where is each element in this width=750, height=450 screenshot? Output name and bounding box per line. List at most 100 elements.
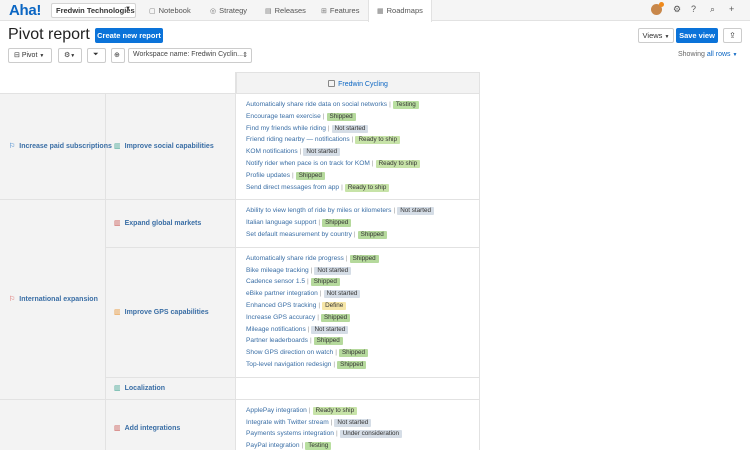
feature-name[interactable]: Show GPS direction on watch	[246, 349, 333, 356]
add-filter-button[interactable]: ⊕	[111, 48, 125, 63]
feature-row[interactable]: Partner leaderboards | Shipped	[246, 336, 343, 346]
status-badge: Under consideration	[339, 430, 403, 439]
separator: |	[335, 349, 337, 357]
separator: |	[309, 337, 312, 345]
goal-label[interactable]: ⚐ International expansion	[9, 295, 98, 303]
initiative-name: Add integrations	[124, 425, 181, 433]
feature-row[interactable]: Mileage notifications | Not started	[246, 325, 349, 335]
feature-row[interactable]: Enhanced GPS tracking | Define	[246, 301, 347, 311]
bar-chart-icon: ▥	[114, 220, 121, 228]
feature-row[interactable]: Cadence sensor 1.5 | Shipped	[246, 277, 340, 287]
feature-row[interactable]: Set default measurement by country | Shipp…	[246, 230, 387, 240]
workspace-filter[interactable]: Workspace name: Fredwin Cyclin... ⇕	[128, 48, 252, 63]
workspace-selector[interactable]: Fredwin Technologies ▼	[51, 3, 136, 18]
feature-row[interactable]: PayPal integration | Testing	[246, 441, 332, 450]
settings-dropdown-button[interactable]: ⚙▼	[58, 48, 82, 63]
status-badge: Ready to ship	[344, 183, 390, 192]
feature-row[interactable]: Integrate with Twitter stream | Not starte…	[246, 418, 372, 428]
separator: |	[317, 313, 319, 321]
feature-row[interactable]: Profile updates | Shipped	[246, 171, 325, 181]
feature-row[interactable]: Notify rider when pace is on track for K…	[246, 159, 421, 169]
aha-logo[interactable]: Aha!	[9, 2, 41, 19]
share-icon[interactable]: ⇪	[723, 28, 742, 43]
tab-strategy[interactable]: ◎ Strategy	[202, 0, 257, 21]
feature-name[interactable]: Increase GPS accuracy	[246, 314, 315, 321]
feature-row[interactable]: Increase GPS accuracy | Shipped	[246, 313, 351, 323]
feature-name[interactable]: Encourage team exercise	[246, 113, 321, 120]
feature-name[interactable]: Cadence sensor 1.5	[246, 278, 305, 285]
separator: |	[393, 207, 396, 215]
feature-row[interactable]: Top-level navigation redesign | Shipped	[246, 360, 367, 370]
feature-row[interactable]: Payments systems integration | Under consi…	[246, 429, 403, 439]
bar-chart-icon: ▥	[114, 308, 121, 316]
initiative-label[interactable]: ▥ Expand global markets	[114, 219, 201, 227]
separator: |	[308, 406, 311, 414]
feature-name[interactable]: Integrate with Twitter stream	[246, 419, 329, 426]
separator: |	[301, 442, 304, 450]
feature-name[interactable]: Send direct messages from app	[246, 184, 339, 191]
feature-row[interactable]: eBike partner integration | Not started	[246, 289, 361, 299]
feature-name[interactable]: PayPal integration	[246, 442, 300, 449]
goal-label[interactable]: ⚐ Increase paid subscriptions	[9, 142, 112, 150]
showing-rows-link[interactable]: all rows	[707, 51, 731, 58]
feature-row[interactable]: Automatically share ride data on social …	[246, 100, 419, 110]
save-view-button[interactable]: Save view	[676, 28, 718, 43]
feature-name[interactable]: KOM notifications	[246, 148, 298, 155]
showing-rows: Showing all rows ▼	[678, 51, 737, 58]
feature-row[interactable]: Show GPS direction on watch | Shipped	[246, 348, 369, 358]
feature-name[interactable]: Automatically share ride data on social …	[246, 101, 387, 108]
feature-name[interactable]: Friend riding nearby — notifications	[246, 136, 350, 143]
feature-row[interactable]: Find my friends while riding | Not started	[246, 124, 369, 134]
feature-name[interactable]: Enhanced GPS tracking	[246, 302, 316, 309]
initiative-label[interactable]: ▥ Improve social capabilities	[114, 142, 214, 150]
releases-icon: ▤	[265, 8, 272, 15]
initiative-label[interactable]: ▥ Improve GPS capabilities	[114, 308, 209, 316]
feature-name[interactable]: Italian language support	[246, 219, 316, 226]
feature-name[interactable]: ApplePay integration	[246, 407, 307, 414]
help-icon[interactable]: ?	[691, 4, 696, 14]
initiative-name: Improve social capabilities	[124, 143, 214, 151]
separator: |	[351, 136, 354, 144]
feature-name[interactable]: Mileage notifications	[246, 326, 306, 333]
status-badge: Testing	[392, 101, 419, 109]
feature-name[interactable]: Find my friends while riding	[246, 125, 326, 132]
feature-name[interactable]: eBike partner integration	[246, 290, 318, 297]
feature-row[interactable]: Italian language support | Shipped	[246, 218, 352, 228]
column-header[interactable]: Fredwin Cycling	[236, 72, 480, 94]
feature-name[interactable]: Payments systems integration	[246, 430, 334, 437]
separator: |	[299, 148, 302, 156]
feature-row[interactable]: Automatically share ride progress | Shippe…	[246, 254, 379, 264]
initiative-label[interactable]: ▥ Localization	[114, 384, 165, 392]
tab-notebook[interactable]: ▢ Notebook	[141, 0, 201, 21]
add-icon[interactable]: +	[729, 4, 734, 14]
feature-row[interactable]: KOM notifications | Not started	[246, 147, 341, 157]
goal-name: International expansion	[19, 296, 98, 304]
feature-row[interactable]: Bike mileage tracking | Not started	[246, 266, 352, 276]
filter-button[interactable]: ⏷	[87, 48, 106, 63]
feature-name[interactable]: Automatically share ride progress	[246, 255, 344, 262]
feature-row[interactable]: Encourage team exercise | Shipped	[246, 112, 356, 122]
feature-row[interactable]: Send direct messages from app | Ready to s…	[246, 183, 390, 193]
separator: |	[345, 254, 348, 262]
initiative-label[interactable]: ▥ Add integrations	[114, 424, 180, 432]
settings-icon[interactable]: ⚙	[673, 4, 681, 15]
feature-name[interactable]: Top-level navigation redesign	[246, 361, 331, 368]
feature-name[interactable]: Ability to view length of ride by miles …	[246, 207, 391, 214]
feature-name[interactable]: Notify rider when pace is on track for K…	[246, 160, 370, 167]
feature-name[interactable]: Bike mileage tracking	[246, 267, 309, 274]
tab-features[interactable]: ⊞ Features	[313, 0, 368, 21]
feature-name[interactable]: Set default measurement by country	[246, 231, 352, 238]
feature-name[interactable]: Profile updates	[246, 172, 290, 179]
feature-row[interactable]: Ability to view length of ride by miles …	[246, 206, 435, 216]
search-icon[interactable]: ⌕	[710, 4, 715, 15]
pivot-button[interactable]: ⊟ Pivot ▼	[8, 48, 52, 63]
status-badge: Ready to ship	[355, 136, 400, 145]
views-button[interactable]: Views ▼	[638, 28, 674, 43]
tab-roadmaps[interactable]: ▦ Roadmaps	[368, 0, 432, 22]
feature-row[interactable]: Friend riding nearby — notifications | Rea…	[246, 135, 400, 145]
feature-name[interactable]: Partner leaderboards	[246, 337, 308, 344]
create-report-button[interactable]: Create new report	[95, 28, 163, 43]
tab-releases[interactable]: ▤ Releases	[257, 0, 313, 21]
chevron-updown-icon: ⇕	[242, 52, 248, 59]
feature-row[interactable]: ApplePay integration | Ready to ship	[246, 406, 358, 416]
